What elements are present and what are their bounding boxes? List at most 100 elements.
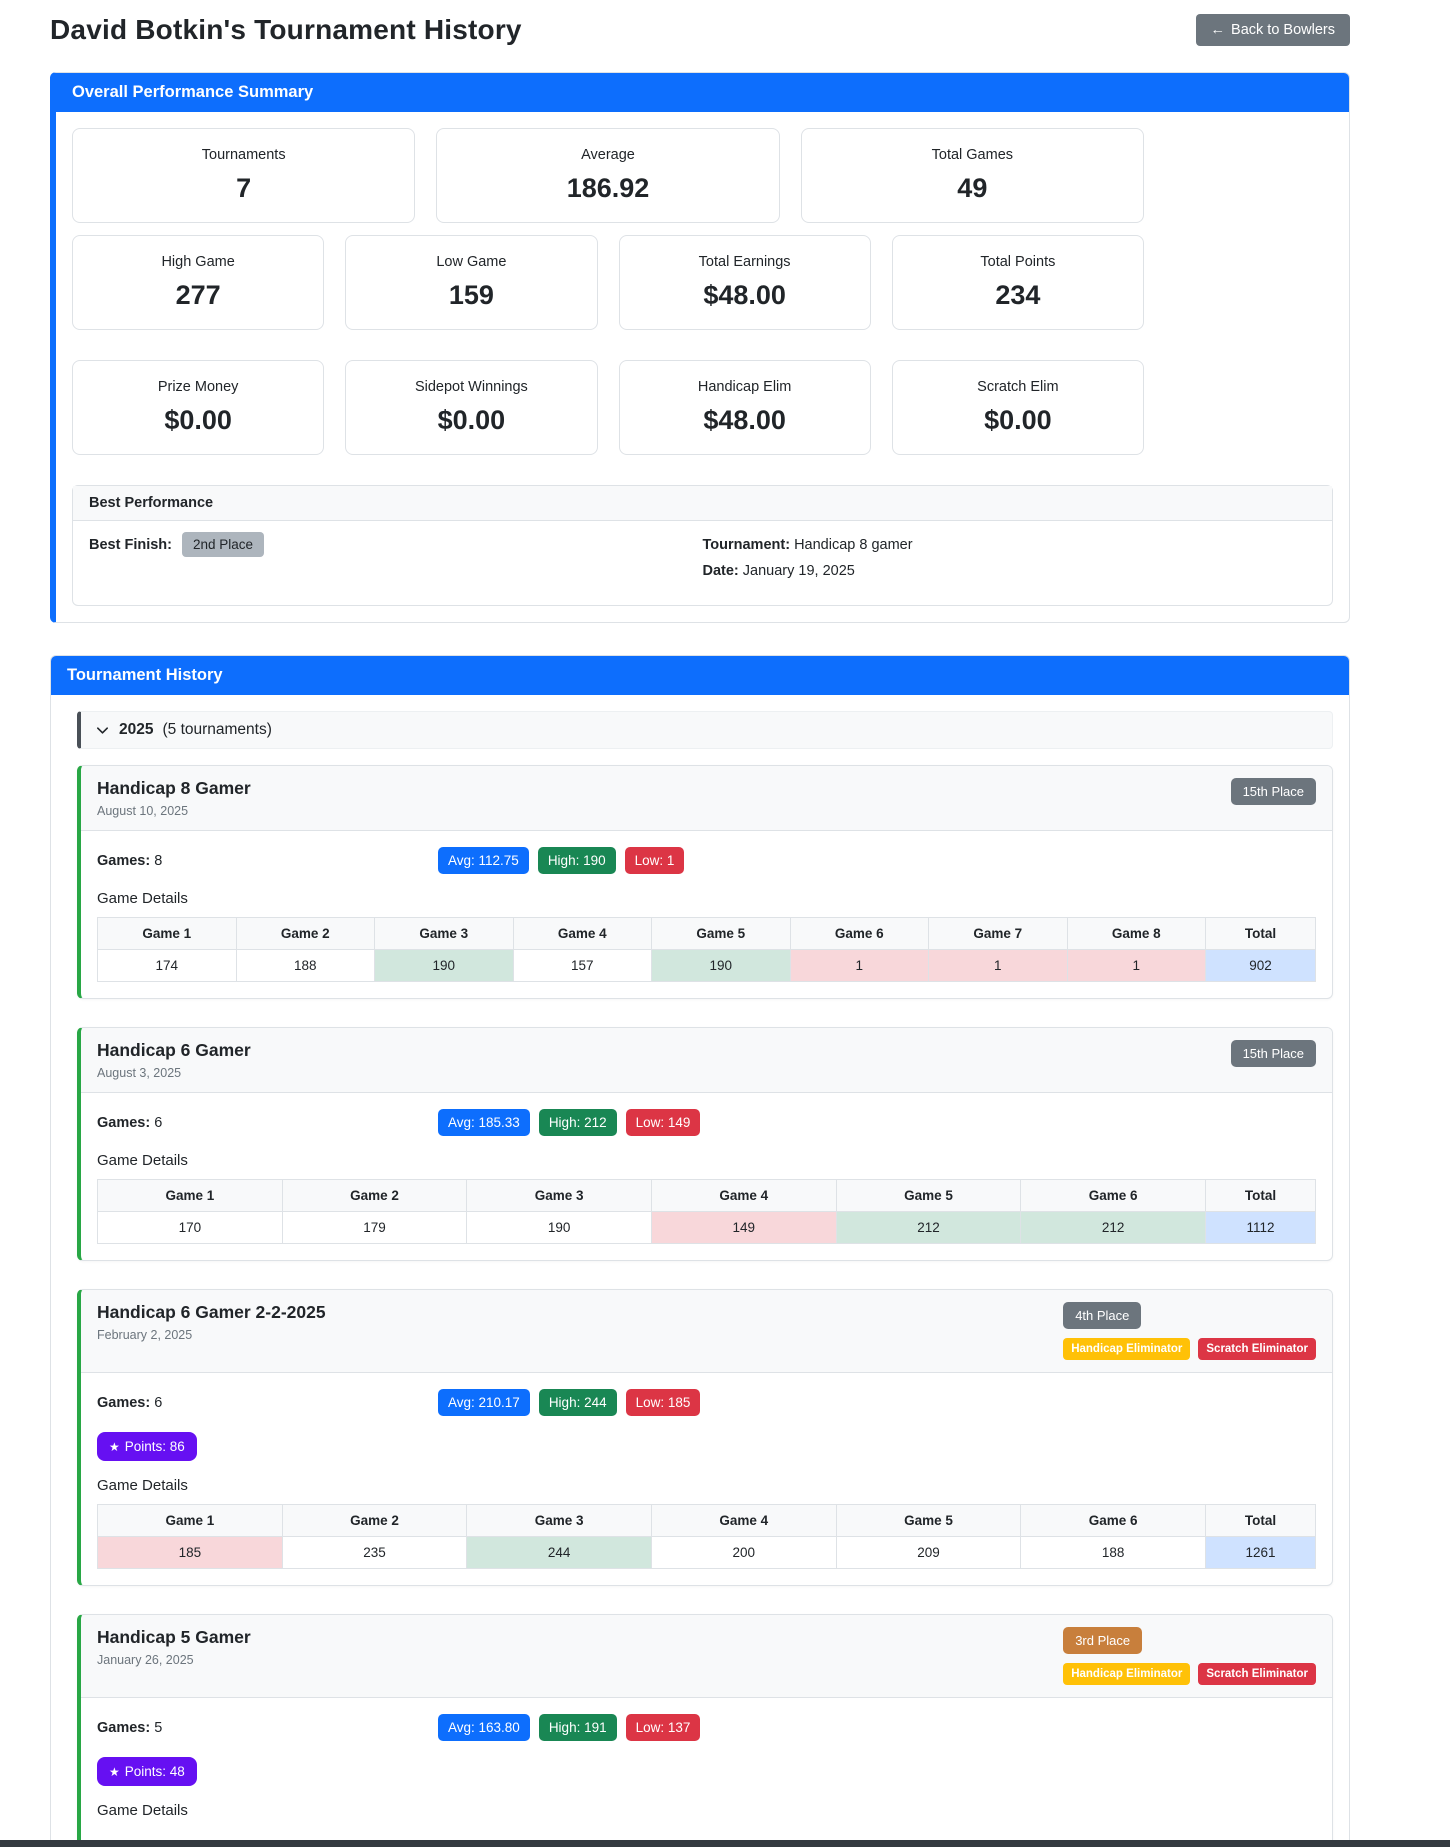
tournament-list: Handicap 8 Gamer August 10, 2025 15th Pl…	[67, 765, 1333, 1846]
tournament-date: February 2, 2025	[97, 1328, 326, 1342]
stat-label: Prize Money	[83, 379, 313, 395]
year-label: 2025	[119, 721, 153, 739]
place-badge: 3rd Place	[1063, 1627, 1142, 1654]
best-finish-column: Best Finish: 2nd Place	[89, 537, 703, 589]
tournament-date: August 3, 2025	[97, 1066, 251, 1080]
tournament-card: Handicap 6 Gamer 2-2-2025 February 2, 20…	[77, 1289, 1333, 1586]
game-column-header: Game 3	[375, 918, 514, 950]
best-tournament-column: Tournament: Handicap 8 gamer Date: Janua…	[703, 537, 1317, 589]
game-score-cell: 212	[836, 1212, 1021, 1244]
history-card-body: 2025 (5 tournaments) Handicap 8 Gamer Au…	[51, 695, 1349, 1847]
stat-box: Sidepot Winnings $0.00	[345, 360, 597, 455]
game-score-cell: 235	[282, 1537, 467, 1569]
year-group-toggle-2025[interactable]: 2025 (5 tournaments)	[77, 711, 1333, 749]
tournament-badges-block: 15th Place	[1231, 778, 1316, 818]
page-header: David Botkin's Tournament History ← Back…	[50, 0, 1350, 46]
back-button-label: Back to Bowlers	[1231, 22, 1335, 38]
eliminator-badges: Handicap EliminatorScratch Eliminator	[1063, 1663, 1316, 1685]
stat-value: 277	[83, 280, 313, 311]
game-column-header: Game 2	[282, 1505, 467, 1537]
games-label: Games:	[97, 1720, 150, 1736]
place-badge: 15th Place	[1231, 778, 1316, 805]
points-row: ★Points: 86	[97, 1432, 1316, 1461]
eliminator-badge: Scratch Eliminator	[1198, 1663, 1316, 1685]
games-count-block: Games: 8	[97, 853, 438, 869]
game-details-label: Game Details	[97, 1477, 1316, 1494]
stat-box: Average 186.92	[436, 128, 779, 223]
stat-label: Scratch Elim	[903, 379, 1133, 395]
games-count: 6	[154, 1395, 162, 1411]
game-column-header: Total	[1206, 918, 1316, 950]
tournament-title-block: Handicap 6 Gamer August 3, 2025	[97, 1040, 251, 1080]
game-column-header: Game 4	[651, 1505, 836, 1537]
score-stat-badge: High: 244	[539, 1389, 617, 1416]
star-icon: ★	[109, 1440, 120, 1454]
score-stat-badges: Avg: 210.17High: 244Low: 185	[438, 1389, 709, 1416]
stats-row: Prize Money $0.00 Sidepot Winnings $0.00…	[72, 360, 1144, 455]
games-row: Games: 6 Avg: 210.17High: 244Low: 185	[97, 1389, 1316, 1416]
tournament-history-card: Tournament History 2025 (5 tournaments) …	[50, 655, 1350, 1847]
best-performance-box: Best Performance Best Finish: 2nd Place …	[72, 485, 1333, 606]
stat-box: Tournaments 7	[72, 128, 415, 223]
points-badge: ★Points: 86	[97, 1432, 197, 1461]
game-column-header: Game 6	[1021, 1180, 1206, 1212]
tournament-card-body: Games: 6 Avg: 185.33High: 212Low: 149 Ga…	[81, 1093, 1332, 1260]
game-column-header: Game 1	[98, 918, 237, 950]
games-row: Games: 6 Avg: 185.33High: 212Low: 149	[97, 1109, 1316, 1136]
tournament-card: Handicap 8 Gamer August 10, 2025 15th Pl…	[77, 765, 1333, 999]
score-stat-badge: High: 190	[538, 847, 616, 874]
stats-row: Tournaments 7 Average 186.92 Total Games…	[72, 128, 1144, 223]
summary-card-body: Tournaments 7 Average 186.92 Total Games…	[56, 112, 1349, 622]
score-stat-badges: Avg: 163.80High: 191Low: 137	[438, 1714, 709, 1741]
history-card-header: Tournament History	[51, 656, 1349, 695]
stat-label: Total Earnings	[630, 254, 860, 270]
stat-value: 49	[812, 173, 1133, 204]
game-details-score-row: 1852352442002091881261	[98, 1537, 1316, 1569]
score-stat-badge: Low: 137	[626, 1714, 701, 1741]
stat-value: 7	[83, 173, 404, 204]
game-details-header-row: Game 1Game 2Game 3Game 4Game 5Game 6Game…	[98, 918, 1316, 950]
games-label: Games:	[97, 853, 150, 869]
tournament-date: August 10, 2025	[97, 804, 251, 818]
stat-label: Tournaments	[83, 147, 404, 163]
tournament-title-block: Handicap 8 Gamer August 10, 2025	[97, 778, 251, 818]
game-score-cell: 1	[1067, 950, 1206, 982]
game-column-header: Game 6	[1021, 1505, 1206, 1537]
stat-box: Handicap Elim $48.00	[619, 360, 871, 455]
best-date-value: January 19, 2025	[743, 563, 855, 579]
game-details-table: Game 1Game 2Game 3Game 4Game 5Game 6Tota…	[97, 1504, 1316, 1569]
best-performance-title: Best Performance	[73, 486, 1332, 521]
tournament-card: Handicap 6 Gamer August 3, 2025 15th Pla…	[77, 1027, 1333, 1261]
tournament-card-header: Handicap 5 Gamer January 26, 2025 3rd Pl…	[81, 1615, 1332, 1698]
tournament-name: Handicap 5 Gamer	[97, 1627, 251, 1648]
games-row: Games: 5 Avg: 163.80High: 191Low: 137	[97, 1714, 1316, 1741]
tournament-card-body: Games: 8 Avg: 112.75High: 190Low: 1 Game…	[81, 831, 1332, 998]
points-badge: ★Points: 48	[97, 1757, 197, 1786]
game-score-cell: 200	[651, 1537, 836, 1569]
tournament-card-header: Handicap 6 Gamer August 3, 2025 15th Pla…	[81, 1028, 1332, 1093]
stat-box: Total Earnings $48.00	[619, 235, 871, 330]
score-stat-badge: High: 191	[539, 1714, 617, 1741]
game-column-header: Game 4	[651, 1180, 836, 1212]
game-column-header: Game 1	[98, 1505, 283, 1537]
best-finish-label: Best Finish:	[89, 537, 172, 553]
summary-card-header: Overall Performance Summary	[56, 73, 1349, 112]
stat-label: Average	[447, 147, 768, 163]
score-stat-badges: Avg: 185.33High: 212Low: 149	[438, 1109, 709, 1136]
game-score-cell: 190	[375, 950, 514, 982]
score-stat-badge: High: 212	[539, 1109, 617, 1136]
tournament-title-block: Handicap 5 Gamer January 26, 2025	[97, 1627, 251, 1685]
games-count-block: Games: 5	[97, 1720, 438, 1736]
page-title: David Botkin's Tournament History	[50, 14, 522, 46]
tournament-title-block: Handicap 6 Gamer 2-2-2025 February 2, 20…	[97, 1302, 326, 1360]
game-score-cell: 1	[929, 950, 1068, 982]
game-column-header: Game 5	[836, 1505, 1021, 1537]
tournament-card-header: Handicap 6 Gamer 2-2-2025 February 2, 20…	[81, 1290, 1332, 1373]
stat-box: Scratch Elim $0.00	[892, 360, 1144, 455]
game-score-cell: 190	[652, 950, 791, 982]
year-tournament-count: (5 tournaments)	[162, 721, 271, 739]
eliminator-badge: Scratch Eliminator	[1198, 1338, 1316, 1360]
game-score-cell: 1261	[1206, 1537, 1316, 1569]
game-column-header: Game 6	[790, 918, 929, 950]
back-to-bowlers-button[interactable]: ← Back to Bowlers	[1196, 14, 1350, 46]
